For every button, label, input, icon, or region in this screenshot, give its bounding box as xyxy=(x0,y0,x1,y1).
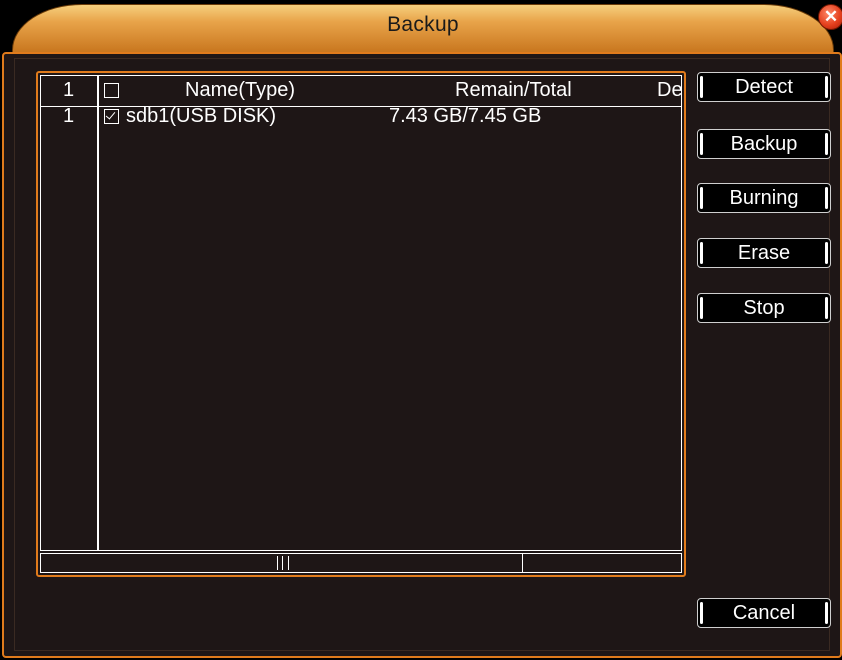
device-table: 1 Name(Type) Remain/Total De 1 sdb1(USB … xyxy=(36,71,686,577)
backup-button[interactable]: Backup xyxy=(697,129,831,159)
backup-window: Backup ✕ 1 Name(Type) Remain/Total De 1 … xyxy=(0,0,842,660)
row-name-type: sdb1(USB DISK) xyxy=(126,105,277,127)
row-checkbox[interactable] xyxy=(104,109,119,124)
header-index: 1 xyxy=(63,79,75,101)
select-all-checkbox[interactable] xyxy=(104,83,119,98)
row-remain-total: 7.43 GB/7.45 GB xyxy=(389,105,542,127)
erase-button[interactable]: Erase xyxy=(697,238,831,268)
horizontal-scrollbar[interactable] xyxy=(40,553,682,573)
row-index: 1 xyxy=(63,105,75,127)
scrollbar-grip-icon xyxy=(277,556,289,570)
close-icon[interactable]: ✕ xyxy=(818,4,842,30)
cancel-button[interactable]: Cancel xyxy=(697,598,831,628)
scrollbar-thumb[interactable] xyxy=(41,554,523,572)
table-body: 1 Name(Type) Remain/Total De 1 sdb1(USB … xyxy=(40,75,682,551)
title-bar: Backup xyxy=(12,4,834,52)
header-description[interactable]: De xyxy=(657,79,681,102)
stop-button[interactable]: Stop xyxy=(697,293,831,323)
header-remain-total[interactable]: Remain/Total xyxy=(455,79,572,102)
column-divider xyxy=(97,76,99,550)
burning-button[interactable]: Burning xyxy=(697,183,831,213)
header-name-type[interactable]: Name(Type) xyxy=(185,79,295,102)
detect-button[interactable]: Detect xyxy=(697,72,831,102)
window-title: Backup xyxy=(387,13,459,36)
